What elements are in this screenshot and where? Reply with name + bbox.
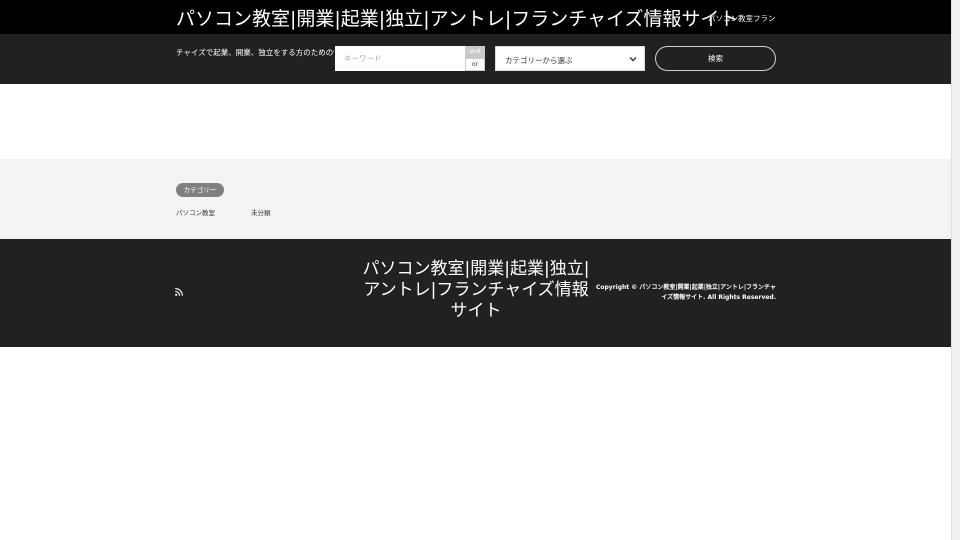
site-title[interactable]: パソコン教室|開業|起業|独立|アントレ|フランチャイズ情報サイト xyxy=(176,4,739,31)
category-select-label: カテゴリーから選ぶ xyxy=(505,56,573,65)
footer-site-title[interactable]: パソコン教室|開業|起業|独立|アントレ|フランチャイズ情報サイト xyxy=(355,259,597,322)
search-description: チャイズで起業、開業、独立をする方のための情報 xyxy=(176,48,334,57)
chevron-down-icon xyxy=(629,57,637,62)
copyright-text: Copyright © パソコン教室|開業|起業|独立|アントレ|フランチャイズ… xyxy=(595,284,776,301)
site-description: パソコン教室フランチャイズで起業、開業、独立をする方のための情報サイト xyxy=(708,14,776,23)
operator-and-toggle[interactable]: and xyxy=(465,46,485,58)
category-badge: カテゴリー xyxy=(176,183,224,197)
category-select[interactable]: カテゴリーから選ぶ xyxy=(495,46,645,71)
rss-icon[interactable] xyxy=(175,288,183,296)
search-button[interactable]: 検索 xyxy=(655,46,776,71)
category-section: カテゴリー パソコン教室 未分類 xyxy=(0,159,951,239)
operator-or-toggle[interactable]: or xyxy=(465,58,485,71)
category-link-pc-school[interactable]: パソコン教室 xyxy=(176,207,215,217)
site-header: パソコン教室|開業|起業|独立|アントレ|フランチャイズ情報サイト パソコン教室… xyxy=(0,0,951,34)
search-bar: チャイズで起業、開業、独立をする方のための情報 and or カテゴリーから選ぶ… xyxy=(0,34,951,84)
vertical-scrollbar[interactable] xyxy=(951,0,960,540)
category-link-uncategorized[interactable]: 未分類 xyxy=(251,207,271,217)
page: パソコン教室|開業|起業|独立|アントレ|フランチャイズ情報サイト パソコン教室… xyxy=(0,0,951,540)
site-footer: パソコン教室|開業|起業|独立|アントレ|フランチャイズ情報サイト Copyri… xyxy=(0,239,951,347)
keyword-input[interactable] xyxy=(335,46,465,71)
